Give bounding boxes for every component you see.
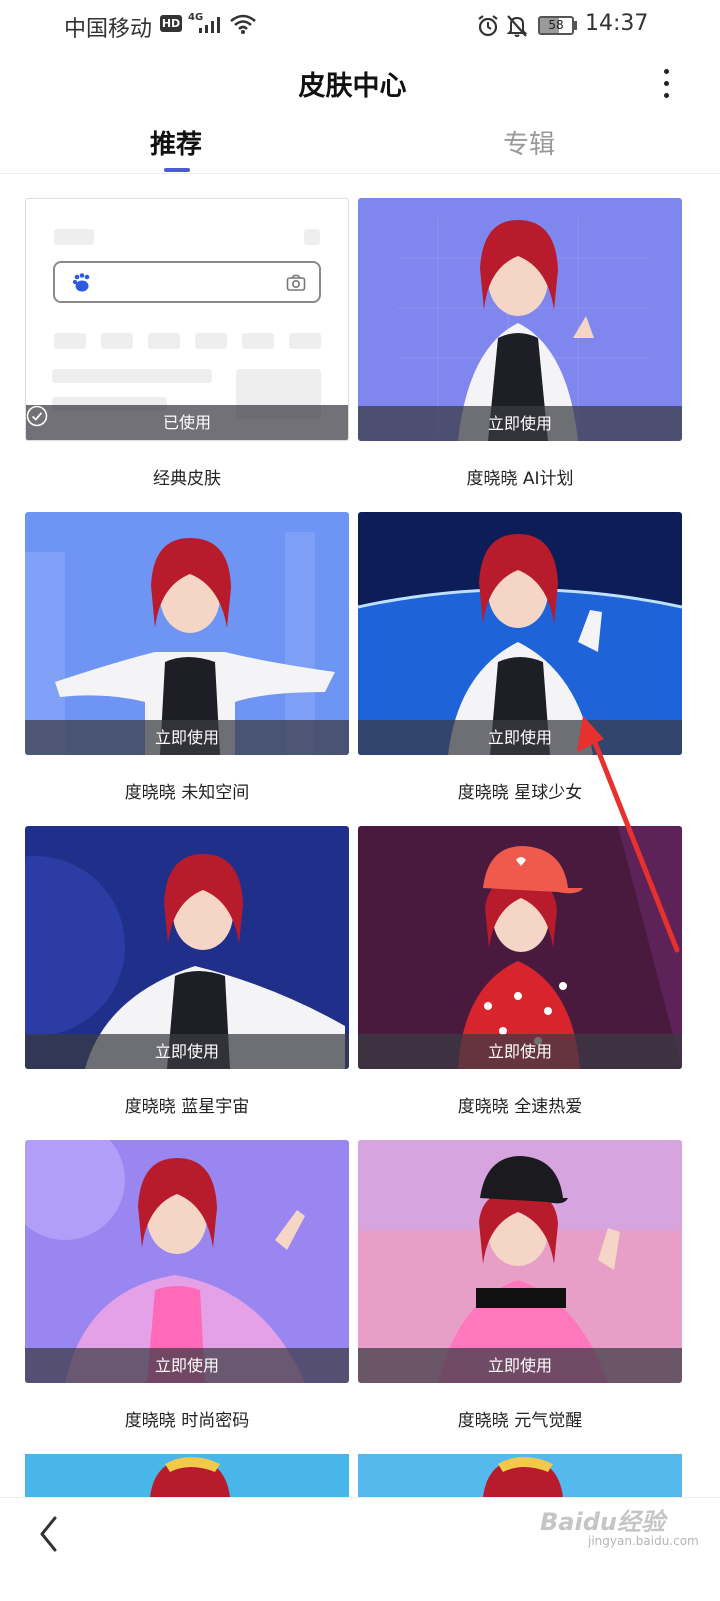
skin-thumbnail: 已使用 <box>25 198 349 441</box>
character-image <box>25 512 349 755</box>
tab-recommend[interactable]: 推荐 <box>150 124 202 161</box>
tab-indicator <box>164 168 190 172</box>
skin-card-ai-plan[interactable]: 立即使用 度晓晓 AI计划 <box>358 198 682 498</box>
camera-icon <box>286 274 306 291</box>
use-now-button[interactable]: 立即使用 <box>25 1348 349 1383</box>
character-image <box>358 198 682 441</box>
use-now-button[interactable]: 立即使用 <box>358 406 682 441</box>
skin-thumbnail: 立即使用 <box>358 198 682 441</box>
skin-title: 度晓晓 元气觉醒 <box>457 1411 583 1431</box>
battery-cap <box>574 21 577 30</box>
battery-level: 58 <box>548 18 564 32</box>
used-status: 已使用 <box>26 405 348 440</box>
skin-title: 度晓晓 蓝星宇宙 <box>124 1097 250 1117</box>
skin-title: 度晓晓 全速热爱 <box>457 1097 583 1117</box>
character-image <box>358 1140 682 1383</box>
status-bar: 中国移动 HD 4G 58 14:37 <box>0 0 720 52</box>
tab-albums[interactable]: 专辑 <box>503 124 555 161</box>
skin-thumbnail: 立即使用 <box>25 1140 349 1383</box>
check-circle-icon <box>26 405 48 427</box>
character-image <box>358 826 682 1069</box>
character-image <box>358 512 682 755</box>
skin-title: 度晓晓 星球少女 <box>457 783 583 803</box>
skin-card-energy-awake[interactable]: 立即使用 度晓晓 元气觉醒 <box>358 1140 682 1440</box>
skin-thumbnail: 立即使用 <box>358 1140 682 1383</box>
skin-card-full-speed[interactable]: 立即使用 度晓晓 全速热爱 <box>358 826 682 1126</box>
skin-thumbnail: 立即使用 <box>25 826 349 1069</box>
page-title: 皮肤中心 <box>298 71 407 102</box>
character-image <box>25 1454 349 1497</box>
character-image <box>25 826 349 1069</box>
more-options-icon[interactable] <box>654 64 680 104</box>
search-box-preview <box>53 261 321 303</box>
skin-card-classic[interactable]: 已使用 经典皮肤 <box>25 198 349 498</box>
used-label: 已使用 <box>162 413 211 432</box>
skin-thumbnail: 立即使用 <box>25 512 349 755</box>
skin-card-unknown-space[interactable]: 立即使用 度晓晓 未知空间 <box>25 512 349 812</box>
use-now-button[interactable]: 立即使用 <box>25 720 349 755</box>
skin-title: 经典皮肤 <box>153 469 221 489</box>
watermark-url: jingyan.baidu.com <box>588 1534 699 1548</box>
skin-thumbnail: 立即使用 <box>358 826 682 1069</box>
signal-icon <box>199 17 220 33</box>
wifi-icon <box>230 14 256 34</box>
battery-icon: 58 <box>538 16 574 35</box>
character-image <box>25 1140 349 1383</box>
skin-card-planet-girl[interactable]: 立即使用 度晓晓 星球少女 <box>358 512 682 812</box>
skin-card-fashion-code[interactable]: 立即使用 度晓晓 时尚密码 <box>25 1140 349 1440</box>
skin-card-partial[interactable] <box>358 1454 682 1497</box>
use-now-button[interactable]: 立即使用 <box>358 1348 682 1383</box>
skin-thumbnail: 立即使用 <box>358 512 682 755</box>
skin-card-blue-star[interactable]: 立即使用 度晓晓 蓝星宇宙 <box>25 826 349 1126</box>
skin-title: 度晓晓 时尚密码 <box>124 1411 250 1431</box>
skin-title: 度晓晓 AI计划 <box>466 469 574 489</box>
use-now-button[interactable]: 立即使用 <box>25 1034 349 1069</box>
skin-title: 度晓晓 未知空间 <box>124 783 250 803</box>
watermark: Baidu经验 <box>540 1508 665 1536</box>
mute-icon <box>506 15 528 37</box>
carrier-name: 中国移动 <box>64 17 153 42</box>
alarm-icon <box>478 15 498 37</box>
skin-card-partial[interactable] <box>25 1454 349 1497</box>
chevron-left-icon[interactable] <box>34 1514 64 1554</box>
tab-divider <box>0 173 720 174</box>
use-now-button[interactable]: 立即使用 <box>358 1034 682 1069</box>
clock: 14:37 <box>585 11 649 36</box>
hd-badge: HD <box>160 15 182 32</box>
character-image <box>358 1454 682 1497</box>
use-now-button[interactable]: 立即使用 <box>358 720 682 755</box>
baidu-paw-icon <box>72 273 90 292</box>
